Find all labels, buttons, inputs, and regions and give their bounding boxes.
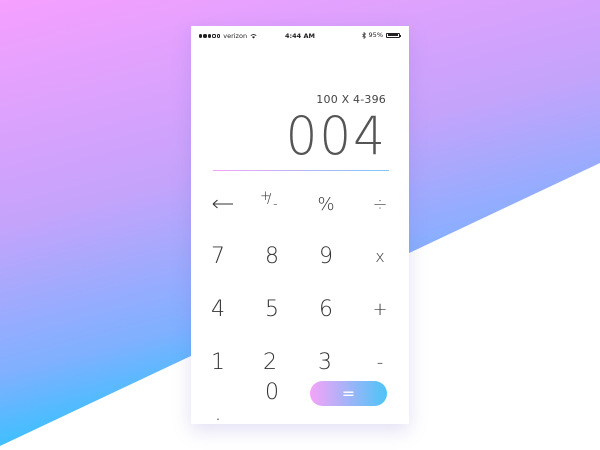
key-5[interactable]: 5 — [250, 292, 294, 326]
key-3[interactable]: 3 — [303, 345, 347, 379]
key-9[interactable]: 9 — [304, 239, 348, 273]
key-0[interactable]: 0 — [250, 375, 294, 409]
key-6[interactable]: 6 — [304, 292, 348, 326]
status-bar: verizon 4:44 AM 95% — [191, 26, 409, 44]
minus-button[interactable]: - — [358, 345, 402, 379]
result-display: 004 — [285, 105, 387, 167]
key-8[interactable]: 8 — [250, 239, 294, 273]
sign-minus: - — [273, 197, 278, 212]
sign-toggle-button[interactable]: + / - — [249, 187, 293, 221]
bluetooth-icon — [361, 31, 366, 39]
backspace-button[interactable] — [201, 187, 245, 221]
multiply-button[interactable]: x — [358, 239, 402, 273]
sign-slash: / — [267, 192, 272, 207]
decimal-button[interactable]: . — [196, 396, 240, 430]
divide-button[interactable]: ÷ — [358, 187, 402, 221]
display-divider — [213, 170, 389, 172]
key-7[interactable]: 7 — [196, 239, 240, 273]
backspace-arrow-icon — [212, 199, 233, 209]
calculator-app: verizon 4:44 AM 95% 100 X 4-396 004 + / … — [191, 26, 409, 426]
key-4[interactable]: 4 — [196, 292, 240, 326]
key-1[interactable]: 1 — [196, 345, 240, 379]
equals-button[interactable]: = — [310, 381, 387, 406]
percent-button[interactable]: % — [304, 187, 348, 221]
battery-icon — [386, 32, 402, 38]
key-2[interactable]: 2 — [248, 345, 292, 379]
battery-percent: 95% — [368, 31, 383, 39]
plus-button[interactable]: + — [358, 292, 402, 326]
battery-fill — [387, 34, 399, 36]
